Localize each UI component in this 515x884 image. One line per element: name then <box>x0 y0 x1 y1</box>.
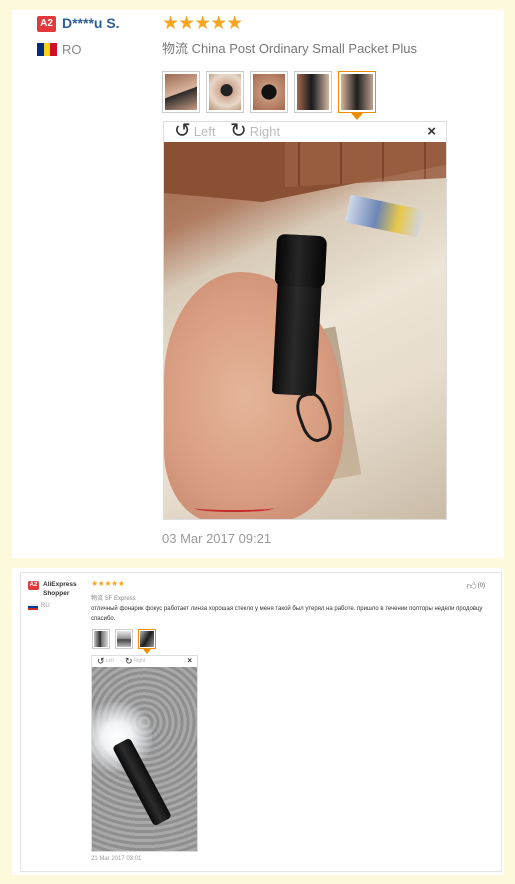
photo-thumbnail-image <box>209 74 241 110</box>
photo-viewer: ↺ Left ↻ Right × <box>91 655 198 852</box>
reviewer-country: RO <box>62 42 82 57</box>
shipping-method: 物流 SF Express <box>91 596 136 602</box>
photo-thumbnail[interactable] <box>206 71 244 113</box>
review-date: 03 Mar 2017 09:21 <box>162 531 272 546</box>
rotate-right-button[interactable]: ↻ Right <box>230 120 281 142</box>
photo-thumbnail[interactable] <box>294 71 332 113</box>
photo-thumbnail-image <box>253 74 285 110</box>
shipping-method: 物流 China Post Ordinary Small Packet Plus <box>162 41 418 56</box>
rotate-right-label: Right <box>249 123 281 139</box>
review-photo <box>164 142 446 519</box>
rotate-left-icon: ↺ <box>97 656 105 666</box>
photo-thumbnail-active[interactable] <box>338 71 376 120</box>
photo-bracelet <box>194 504 274 512</box>
rotate-left-label: Left <box>193 123 216 139</box>
photo-thumbnail[interactable] <box>162 71 200 113</box>
photo-thumbnail-image <box>117 631 131 647</box>
photo-viewer-toolbar: ↺ Left ↻ Right × <box>92 656 197 667</box>
photo-thumbnails <box>162 71 382 120</box>
buyer-level-badge: A2 <box>37 16 56 32</box>
rotate-right-icon: ↻ <box>125 656 133 666</box>
rotate-left-button[interactable]: ↺ Left <box>97 656 114 666</box>
review-photo <box>92 667 197 851</box>
rotate-right-label: Right <box>133 658 146 664</box>
review-card: A2 AliExpress Shopper RU ★★★★★ 物流 SF Exp… <box>20 572 502 872</box>
helpful-count: (0) <box>477 583 485 589</box>
country-flag-icon <box>37 43 58 56</box>
rotate-right-button[interactable]: ↻ Right <box>125 656 145 666</box>
photo-thumbnail[interactable] <box>250 71 288 113</box>
photo-package <box>344 194 424 238</box>
star-rating: ★★★★★ <box>91 579 125 588</box>
close-icon[interactable]: × <box>187 656 192 665</box>
photo-thumbnail-image <box>165 74 197 110</box>
rotate-left-button[interactable]: ↺ Left <box>174 120 216 142</box>
buyer-level-badge: A2 <box>28 581 39 590</box>
review-card: A2 D****u S. RO ★★★★★ 物流 China Post Ordi… <box>12 10 504 558</box>
review-screenshot-card: A2 AliExpress Shopper RU ★★★★★ 物流 SF Exp… <box>12 568 504 875</box>
rotate-right-icon: ↻ <box>230 120 247 142</box>
photo-thumbnail-image <box>341 74 373 110</box>
review-date: 21 Mar 2017 03:01 <box>91 856 142 862</box>
photo-thumbnail-image <box>140 631 154 647</box>
thumbs-up-icon: 👍︎ <box>466 581 477 592</box>
photo-thumbnails <box>92 629 161 654</box>
photo-thumbnail-active[interactable] <box>138 629 156 654</box>
photo-thumbnail[interactable] <box>92 629 110 649</box>
country-flag-icon <box>28 604 38 610</box>
star-rating: ★★★★★ <box>162 13 243 34</box>
rotate-left-icon: ↺ <box>174 120 191 142</box>
rotate-left-label: Left <box>105 658 114 664</box>
flashlight <box>271 233 325 397</box>
photo-viewer-toolbar: ↺ Left ↻ Right × <box>164 120 446 142</box>
photo-thumbnail-image <box>94 631 108 647</box>
review-text: отличный фонарик фокус работает линза хо… <box>91 606 483 622</box>
photo-thumbnail-image <box>297 74 329 110</box>
close-icon[interactable]: × <box>427 123 436 140</box>
photo-thumbnail[interactable] <box>115 629 133 649</box>
photo-viewer: ↺ Left ↻ Right × <box>163 121 447 520</box>
reviewer-name[interactable]: D****u S. <box>62 15 120 31</box>
reviewer-country: RU <box>41 603 50 609</box>
helpful-button[interactable]: 👍︎ (0) <box>466 580 485 592</box>
